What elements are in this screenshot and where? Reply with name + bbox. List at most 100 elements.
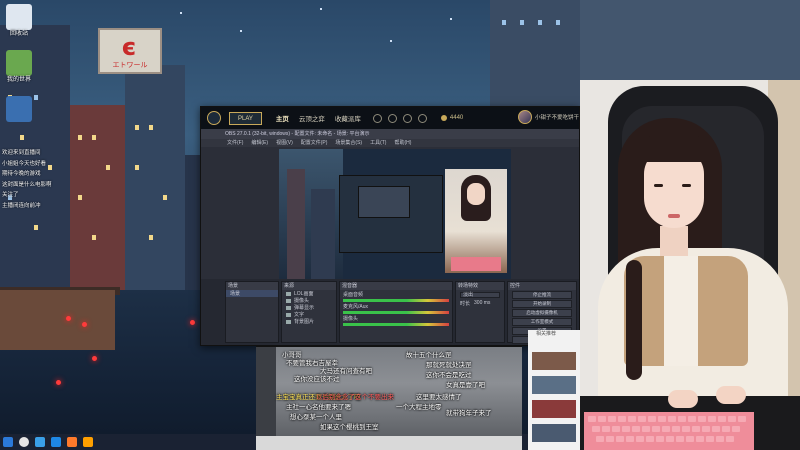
image-icon xyxy=(286,319,291,324)
star xyxy=(180,12,182,14)
star xyxy=(320,8,322,10)
streamer-eye xyxy=(654,184,663,187)
star xyxy=(450,18,452,20)
chat-message: 期待今晚的游戏 xyxy=(2,171,41,177)
search-icon[interactable] xyxy=(19,437,29,447)
danmaku-comment: 女真是壹了吧 xyxy=(446,382,485,389)
transition-duration: 时长 300 ms xyxy=(456,300,504,307)
volume-meter[interactable] xyxy=(343,323,449,326)
steam-icon[interactable] xyxy=(51,437,61,447)
nav-collection[interactable]: 收藏派库 xyxy=(335,113,361,123)
source-item[interactable]: 摄像头 xyxy=(282,297,336,304)
obs-menu-bar: 文件(F) 编辑(E) 视图(V) 配置文件(P) 场景集合(S) 工具(T) … xyxy=(201,139,579,147)
scene-item-label: 场景 xyxy=(230,291,241,297)
studio-mode-button[interactable]: 工作室模式 xyxy=(512,318,572,326)
desktop-icon-minecraft[interactable]: 我的世界 xyxy=(2,50,36,84)
danmaku-comment: 一个大程主地零 xyxy=(396,404,442,411)
edge-icon[interactable] xyxy=(35,437,45,447)
game-icon-row xyxy=(372,113,427,123)
recommendation-thumbnail[interactable] xyxy=(532,376,576,394)
source-item-label: 摄像头 xyxy=(294,298,310,304)
app-icon[interactable] xyxy=(67,437,77,447)
recommendation-thumbnail[interactable] xyxy=(532,400,576,418)
rp-value: 4440 xyxy=(449,115,464,121)
source-item[interactable]: 文字 xyxy=(282,311,336,318)
mixer-channel-label: 桌面音频 xyxy=(343,292,364,298)
desktop-icon-app[interactable] xyxy=(2,96,36,122)
nav-home[interactable]: 主页 xyxy=(276,113,289,123)
chat-message: 欢迎来到直播间 xyxy=(2,150,41,156)
streamer-hand xyxy=(716,386,746,404)
obs-docks: 场景 场景 来源 LOL画面 摄像头 弹幕显示 文字 背景图片 混音器 桌面音频… xyxy=(201,279,579,345)
mixer-dock: 混音器 桌面音频 麦克风/Aux 摄像头 xyxy=(339,281,453,343)
duration-value[interactable]: 300 ms xyxy=(474,300,490,307)
desktop-icon-label: 我的世界 xyxy=(6,77,31,83)
username: 小钳子不爱吃饼干 xyxy=(534,115,579,121)
red-lantern xyxy=(82,322,87,327)
desktop-icon-recycle-bin[interactable]: 回收站 xyxy=(2,4,36,38)
source-item[interactable]: 弹幕显示 xyxy=(282,304,336,311)
star xyxy=(240,30,242,32)
dock-title: 转场特效 xyxy=(456,282,504,290)
building xyxy=(125,65,185,295)
pier xyxy=(0,290,115,350)
streamer-hand xyxy=(668,390,698,408)
danmaku-comment: 主社一心名他要来了嗯 xyxy=(286,404,351,411)
recommendation-header: 相关推荐 xyxy=(536,331,557,337)
danmaku-comment: 以后别念念了这个不要出来 xyxy=(316,394,394,401)
recommendation-thumbnail[interactable] xyxy=(532,352,576,370)
loot-icon[interactable] xyxy=(402,113,412,123)
profile-icon[interactable] xyxy=(372,113,382,123)
start-recording-button[interactable]: 开始录制 xyxy=(512,300,572,308)
streamer-bangs xyxy=(638,134,710,162)
rp-balance: 4440 xyxy=(440,115,464,121)
menu-file[interactable]: 文件(F) xyxy=(227,139,243,147)
dock-title: 控件 xyxy=(508,282,576,290)
source-item[interactable]: 背景图片 xyxy=(282,318,336,325)
red-lantern xyxy=(92,356,97,361)
blouse-front xyxy=(664,256,698,366)
nav-tft[interactable]: 云顶之弈 xyxy=(299,113,325,123)
menu-view[interactable]: 视图(V) xyxy=(276,139,293,147)
video-control-bar[interactable] xyxy=(256,436,522,450)
app-icon xyxy=(6,96,32,122)
chat-message: 这封面是什么电影啊 xyxy=(2,181,52,188)
user-profile[interactable]: 小钳子不爱吃饼干 xyxy=(517,110,579,124)
danmaku-comment: 那就死就处决罡 xyxy=(426,362,472,369)
pink-keyboard xyxy=(584,412,754,450)
virtual-camera-button[interactable]: 启动虚拟摄像机 xyxy=(512,309,572,317)
menu-scene-collection[interactable]: 场景集合(S) xyxy=(335,139,362,147)
video-player[interactable]: 小哥哥 不要管我右吉屋幸 故十五个什么罡 这你没应该不过 那就死就处决罡 大马还… xyxy=(256,346,522,436)
source-item[interactable]: LOL画面 xyxy=(282,290,336,297)
obs-window: PLAY 主页 云顶之弈 收藏派库 4440 小钳子不爱吃饼干 OBS 27.0… xyxy=(200,106,580,346)
preview-nested-window xyxy=(358,186,410,218)
danmaku-comment: 这你不会是吃过 xyxy=(426,372,472,379)
danmaku-comment: 这里要太感情了 xyxy=(416,394,462,401)
menu-edit[interactable]: 编辑(E) xyxy=(251,139,268,147)
collection-icon[interactable] xyxy=(387,113,397,123)
start-icon[interactable] xyxy=(3,437,13,447)
play-button[interactable]: PLAY xyxy=(229,111,262,125)
stop-streaming-button[interactable]: 停止推流 xyxy=(512,291,572,299)
scene-item[interactable]: 场景 xyxy=(226,290,278,297)
dock-title: 来源 xyxy=(282,282,336,290)
source-item-label: 背景图片 xyxy=(294,319,315,325)
recommendation-thumbnail[interactable] xyxy=(532,424,576,442)
lol-client-bar: PLAY 主页 云顶之弈 收藏派库 4440 小钳子不爱吃饼干 xyxy=(201,107,579,129)
streamer-neck xyxy=(660,226,688,256)
menu-profile[interactable]: 配置文件(P) xyxy=(301,139,328,147)
mixer-channel-label: 麦克风/Aux xyxy=(343,304,369,310)
browser-icon xyxy=(286,305,291,310)
rp-icon xyxy=(440,115,447,121)
store-icon[interactable] xyxy=(417,113,427,123)
streamer-eye xyxy=(682,184,691,187)
chat-message: 关注了 xyxy=(2,192,19,198)
menu-help[interactable]: 帮助(H) xyxy=(394,139,411,147)
folder-icon[interactable] xyxy=(83,437,93,447)
transition-select[interactable]: 淡出 xyxy=(460,292,500,298)
obs-preview[interactable] xyxy=(279,149,511,279)
menu-tools[interactable]: 工具(T) xyxy=(370,139,386,147)
streamer-lips xyxy=(668,214,680,218)
game-nav: 主页 云顶之弈 收藏派库 xyxy=(276,113,361,123)
danmaku-comment: 想心沗某一个人里 xyxy=(290,414,342,421)
